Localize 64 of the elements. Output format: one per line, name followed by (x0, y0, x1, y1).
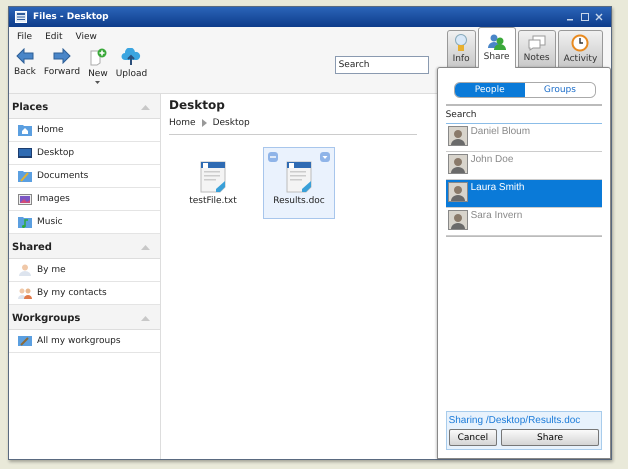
menu-item[interactable]: File (17, 32, 32, 42)
panel-tab[interactable]: Activity (558, 30, 604, 67)
sharing-path: Sharing /Desktop/Results.doc (448, 415, 582, 426)
menu-item[interactable]: View (76, 32, 97, 42)
document-icon (200, 160, 226, 192)
person-icon (18, 264, 32, 276)
document-tile[interactable]: testFile.txt (177, 147, 249, 219)
right-arrow-icon (52, 48, 71, 64)
avatar-icon (448, 210, 468, 230)
sidebar-item[interactable]: Desktop (9, 142, 160, 165)
app-icon (15, 11, 27, 23)
section-header[interactable]: Workgroups (9, 305, 160, 330)
caret-icon (95, 81, 100, 84)
close-icon[interactable] (595, 13, 603, 21)
home-folder-icon (18, 124, 32, 136)
monitor-icon (18, 147, 32, 159)
breadcrumb-separator-icon (202, 119, 207, 127)
people-icon (488, 34, 506, 50)
sidebar-item[interactable]: Documents (9, 165, 160, 188)
image-icon (18, 193, 32, 205)
collapse-icon (141, 244, 150, 250)
avatar-icon (448, 154, 468, 174)
sidebar-item[interactable]: Home (9, 119, 160, 142)
workgroup-icon (18, 335, 32, 347)
sidebar-item[interactable]: All my workgroups (9, 330, 160, 353)
panel-tab[interactable]: Info (446, 30, 476, 67)
panel-tab[interactable]: Notes (518, 30, 556, 67)
folder-title: Desktop (169, 98, 226, 112)
clock-icon (571, 34, 590, 52)
collapse-icon (141, 316, 150, 320)
collapse-icon (141, 104, 150, 110)
avatar-icon (448, 182, 468, 202)
person-row[interactable]: Laura Smith (446, 180, 602, 208)
sidebar-item[interactable]: By me (9, 259, 160, 282)
menu-item[interactable]: Edit (45, 32, 62, 42)
people-icon (18, 287, 32, 299)
speech-bubbles-icon (528, 35, 546, 51)
breadcrumb-link[interactable]: Home (169, 118, 196, 128)
section-header[interactable]: Shared (9, 234, 160, 259)
search-field[interactable]: Search (334, 56, 429, 74)
toolbar-button[interactable]: Upload (112, 46, 150, 81)
window-title: Files - Desktop (33, 12, 109, 22)
toolbar-button[interactable]: New (85, 46, 111, 86)
avatar-icon (448, 126, 468, 146)
dialog-button[interactable]: Share (501, 429, 599, 446)
person-row[interactable]: Daniel Bloum (446, 124, 602, 152)
cloud-upload-icon (121, 48, 142, 66)
toolbar-button[interactable]: Forward (40, 46, 84, 79)
section-header[interactable]: Places (9, 94, 160, 119)
person-row[interactable]: Sara Invern (446, 208, 602, 236)
sidebar-item[interactable]: Images (9, 188, 160, 211)
breadcrumb-link[interactable]: Desktop (212, 118, 250, 128)
new-document-icon (88, 48, 107, 66)
folder-pencil-icon (18, 170, 32, 182)
toolbar-button[interactable]: Back (11, 46, 39, 79)
maximize-icon[interactable] (581, 13, 589, 21)
document-icon (286, 160, 312, 192)
panel-tab[interactable]: Share (478, 27, 516, 68)
segment-button[interactable]: People (454, 83, 525, 97)
lightbulb-icon (454, 34, 468, 52)
dialog-button[interactable]: Cancel (448, 429, 498, 446)
left-arrow-icon (16, 48, 34, 64)
music-folder-icon (18, 216, 32, 228)
search-label: Search (446, 104, 602, 124)
